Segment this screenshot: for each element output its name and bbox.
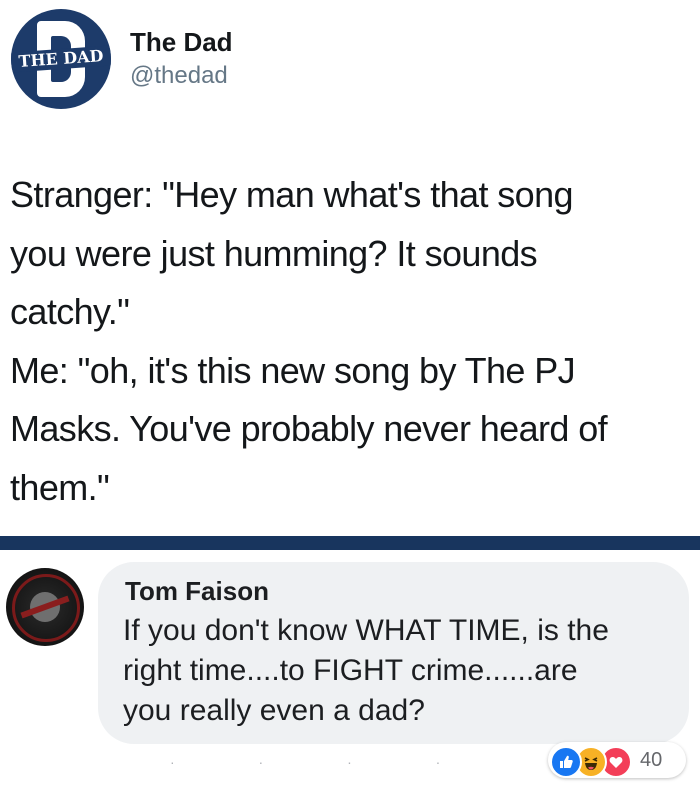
the-dad-avatar[interactable]: THE DAD: [11, 9, 111, 109]
tweet-line: catchy.": [10, 291, 130, 332]
tweet-text: Stranger: "Hey man what's that song you …: [10, 166, 690, 517]
avatar-logo-text: THE DAD: [11, 45, 111, 73]
tweet-line: Masks. You've probably never heard of: [10, 408, 608, 449]
tweet-line: Stranger: "Hey man what's that song: [10, 174, 574, 215]
commenter-avatar[interactable]: [6, 568, 84, 646]
tweet-line: Me: "oh, it's this new song by The PJ: [10, 349, 576, 391]
reaction-summary[interactable]: 40: [548, 742, 686, 778]
faint-separator: · · · ·: [170, 754, 481, 770]
comment-line: If you don't know WHAT TIME, is the: [123, 614, 609, 647]
comment-line: you really even a dad?: [123, 694, 425, 727]
comment-author[interactable]: Tom Faison: [125, 576, 269, 606]
section-divider: [0, 536, 700, 550]
tweet-handle[interactable]: @thedad: [130, 61, 228, 91]
tweet-line: them.": [10, 466, 110, 508]
tweet-display-name[interactable]: The Dad: [130, 27, 233, 57]
reaction-count: 40: [640, 749, 663, 771]
tweet-card: THE DAD The Dad @thedad Stranger: "Hey m…: [0, 0, 700, 536]
comment-line: right time....to FIGHT crime......are: [123, 654, 578, 687]
tweet-line: you were just humming? It sounds: [10, 232, 538, 274]
comment-section: Tom Faison If you don't know WHAT TIME, …: [0, 550, 700, 792]
like-icon: [550, 746, 582, 778]
comment-text: If you don't know WHAT TIME, is the righ…: [123, 611, 673, 731]
